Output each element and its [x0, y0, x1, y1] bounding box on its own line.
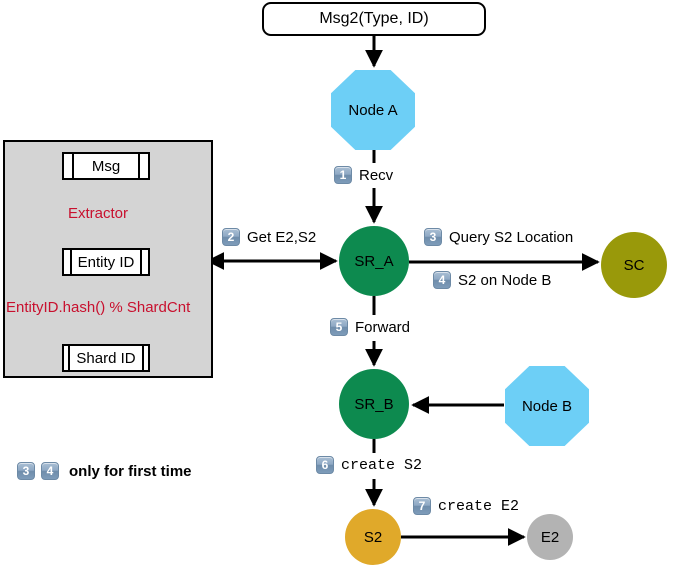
step-badge-7: 7 [413, 497, 431, 515]
annotation-extractor: Extractor [68, 205, 129, 222]
shard-router-a-circle: SR_A [339, 226, 409, 296]
message-box-msg2: Msg2(Type, ID) [262, 2, 486, 36]
legend-badge-4: 4 [41, 462, 59, 480]
step-2-label: Get E2,S2 [247, 228, 317, 246]
step-3-query-s2-location: 3 Query S2 Location [424, 228, 573, 246]
step-badge-6: 6 [316, 456, 334, 474]
step-badge-1: 1 [334, 166, 352, 184]
panel-box-entity-id: Entity ID [62, 248, 150, 276]
step-5-forward: 5 Forward [330, 318, 410, 336]
shard-coordinator-circle: SC [601, 232, 667, 298]
node-b-octagon: Node B [505, 366, 589, 446]
step-3-label: Query S2 Location [449, 228, 574, 246]
legend-badge-3: 3 [17, 462, 35, 480]
entity-e2-circle: E2 [527, 514, 573, 560]
panel-box-msg: Msg [62, 152, 150, 180]
box-rail-left [64, 154, 74, 178]
panel-box-entity-id-label: Entity ID [77, 253, 135, 271]
step-1-recv: 1 Recv [334, 166, 393, 184]
step-4-s2-on-node-b: 4 S2 on Node B [433, 271, 551, 289]
box-rail-right [138, 154, 148, 178]
step-7-create-e2: 7 create E2 [413, 497, 519, 515]
box-rail-right [141, 346, 148, 370]
legend-text: only for first time [69, 462, 192, 480]
step-5-label: Forward [355, 318, 411, 336]
panel-box-shard-id: Shard ID [62, 344, 150, 372]
annotation-hash-formula: EntityID.hash() % ShardCnt [6, 299, 191, 316]
step-badge-2: 2 [222, 228, 240, 246]
step-7-label: create E2 [438, 497, 520, 515]
step-4-label: S2 on Node B [458, 271, 552, 289]
step-6-label: create S2 [341, 456, 423, 474]
shard-s2-circle: S2 [345, 509, 401, 565]
box-rail-left [64, 250, 72, 274]
step-1-label: Recv [359, 166, 394, 184]
legend: 3 4 only for first time [17, 462, 192, 480]
step-badge-5: 5 [330, 318, 348, 336]
step-badge-3: 3 [424, 228, 442, 246]
step-2-get-e2-s2: 2 Get E2,S2 [222, 228, 316, 246]
shard-router-b-circle: SR_B [339, 369, 409, 439]
panel-box-msg-label: Msg [91, 157, 121, 175]
box-rail-right [140, 250, 148, 274]
step-badge-4: 4 [433, 271, 451, 289]
panel-box-shard-id-label: Shard ID [76, 349, 136, 367]
node-a-octagon: Node A [331, 70, 415, 150]
step-6-create-s2: 6 create S2 [316, 456, 422, 474]
